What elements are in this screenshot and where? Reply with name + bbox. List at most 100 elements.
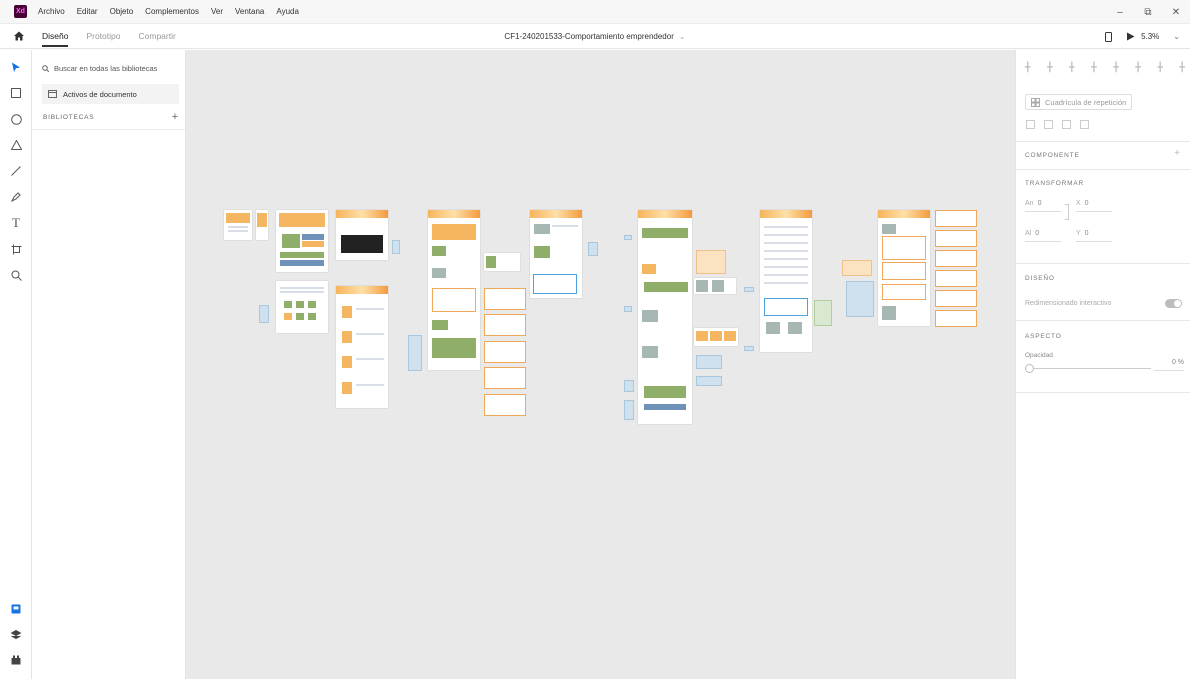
height-field[interactable]: Al 0: [1025, 230, 1061, 242]
text-icon[interactable]: T: [8, 215, 24, 231]
sticky-note[interactable]: [744, 346, 754, 351]
artboard[interactable]: [694, 328, 738, 346]
document-title-text[interactable]: CF1-240201533-Comportamiento emprendedor: [504, 32, 673, 41]
document-assets-item[interactable]: Activos de documento: [42, 84, 179, 104]
artboard[interactable]: [276, 281, 328, 333]
menu-ventana[interactable]: Ventana: [235, 7, 264, 16]
card-artboard[interactable]: [484, 341, 526, 363]
distribute-vertical-icon[interactable]: ╋: [1091, 62, 1096, 73]
align-bottom-icon[interactable]: ╋: [1069, 62, 1074, 73]
artboard[interactable]: [336, 210, 388, 260]
play-icon[interactable]: [1126, 32, 1135, 41]
card-artboard[interactable]: [935, 250, 977, 267]
zoom-icon[interactable]: [8, 267, 24, 283]
align-top-icon[interactable]: ╋: [1025, 62, 1030, 73]
sticky-note[interactable]: [624, 400, 634, 420]
design-canvas[interactable]: [186, 50, 1015, 679]
sticky-note[interactable]: [696, 250, 726, 274]
tab-diseno[interactable]: Diseño: [42, 24, 69, 49]
tab-prototipo[interactable]: Prototipo: [86, 24, 120, 49]
artboard[interactable]: [276, 210, 328, 272]
add-library-button[interactable]: +: [172, 112, 179, 123]
plugins-icon[interactable]: [8, 652, 24, 668]
artboard[interactable]: [760, 210, 812, 352]
select-icon[interactable]: [8, 59, 24, 75]
card-artboard[interactable]: [935, 270, 977, 287]
menu-ayuda[interactable]: Ayuda: [276, 7, 299, 16]
y-field[interactable]: Y0: [1076, 230, 1112, 242]
chevron-down-icon[interactable]: ⌄: [679, 32, 686, 41]
align-right-icon[interactable]: ╋: [1157, 62, 1162, 73]
artboard[interactable]: [256, 210, 268, 240]
line-icon[interactable]: [8, 163, 24, 179]
sticky-note[interactable]: [408, 335, 422, 371]
close-icon[interactable]: ✕: [1162, 7, 1190, 18]
opacity-slider-track[interactable]: [1027, 368, 1151, 369]
card-artboard[interactable]: [484, 314, 526, 336]
card-artboard[interactable]: [484, 394, 526, 416]
menu-editar[interactable]: Editar: [77, 7, 98, 16]
align-left-icon[interactable]: ╋: [1113, 62, 1118, 73]
sticky-note[interactable]: [624, 235, 632, 240]
opacity-value[interactable]: 0 %: [1154, 359, 1184, 371]
opacity-slider-handle[interactable]: [1025, 364, 1034, 373]
sticky-note[interactable]: [259, 305, 269, 323]
responsive-resize-toggle[interactable]: [1165, 299, 1182, 308]
menu-archivo[interactable]: Archivo: [38, 7, 65, 16]
polygon-icon[interactable]: [8, 137, 24, 153]
home-icon[interactable]: [12, 29, 26, 43]
sticky-note[interactable]: [624, 380, 634, 392]
card-artboard[interactable]: [484, 367, 526, 389]
sticky-note[interactable]: [842, 260, 872, 276]
rectangle-icon[interactable]: [8, 85, 24, 101]
width-field[interactable]: An 0: [1025, 200, 1061, 212]
sticky-note[interactable]: [624, 306, 632, 312]
sticky-note[interactable]: [392, 240, 400, 254]
card-artboard[interactable]: [484, 288, 526, 310]
sticky-note[interactable]: [588, 242, 598, 256]
artboard[interactable]: [224, 210, 252, 240]
distribute-horizontal-icon[interactable]: ╋: [1180, 62, 1185, 73]
exclude-icon[interactable]: [1080, 120, 1089, 129]
artboard[interactable]: [878, 210, 930, 326]
library-search[interactable]: Buscar en todas las bibliotecas: [42, 61, 182, 75]
card-artboard[interactable]: [935, 310, 977, 327]
layers-icon[interactable]: [8, 627, 24, 643]
add-component-button[interactable]: +: [1174, 148, 1180, 159]
align-center-icon[interactable]: ╋: [1135, 62, 1140, 73]
sticky-note[interactable]: [814, 300, 832, 326]
intersect-icon[interactable]: [1062, 120, 1071, 129]
pen-icon[interactable]: [8, 189, 24, 205]
card-artboard[interactable]: [935, 290, 977, 307]
repeat-grid-button[interactable]: Cuadrícula de repetición: [1025, 94, 1132, 110]
artboard[interactable]: [336, 286, 388, 408]
zoom-dropdown-icon[interactable]: ⌄: [1173, 32, 1180, 41]
menu-complementos[interactable]: Complementos: [145, 7, 199, 16]
card-artboard[interactable]: [935, 210, 977, 227]
align-middle-icon[interactable]: ╋: [1047, 62, 1052, 73]
artboard[interactable]: [428, 210, 480, 370]
device-preview-icon[interactable]: [1105, 31, 1113, 42]
x-field[interactable]: X0: [1076, 200, 1112, 212]
sticky-note[interactable]: [696, 355, 722, 369]
tab-compartir[interactable]: Compartir: [139, 24, 176, 49]
assets-icon[interactable]: [8, 601, 24, 617]
union-icon[interactable]: [1026, 120, 1035, 129]
ellipse-icon[interactable]: [8, 111, 24, 127]
subtract-icon[interactable]: [1044, 120, 1053, 129]
lock-aspect-icon[interactable]: [1065, 204, 1069, 220]
artboard[interactable]: [638, 210, 692, 424]
restore-icon[interactable]: ⧉: [1134, 7, 1162, 18]
zoom-level[interactable]: 5.3%: [1141, 32, 1159, 41]
minimize-icon[interactable]: –: [1106, 7, 1134, 18]
card-artboard[interactable]: [935, 230, 977, 247]
menu-objeto[interactable]: Objeto: [110, 7, 134, 16]
artboard[interactable]: [484, 253, 520, 271]
sticky-note[interactable]: [696, 376, 722, 386]
menu-ver[interactable]: Ver: [211, 7, 223, 16]
sticky-note[interactable]: [846, 281, 874, 317]
sticky-note[interactable]: [744, 287, 754, 292]
artboard[interactable]: [530, 210, 582, 298]
artboard-icon[interactable]: [8, 241, 24, 257]
artboard[interactable]: [694, 278, 736, 294]
